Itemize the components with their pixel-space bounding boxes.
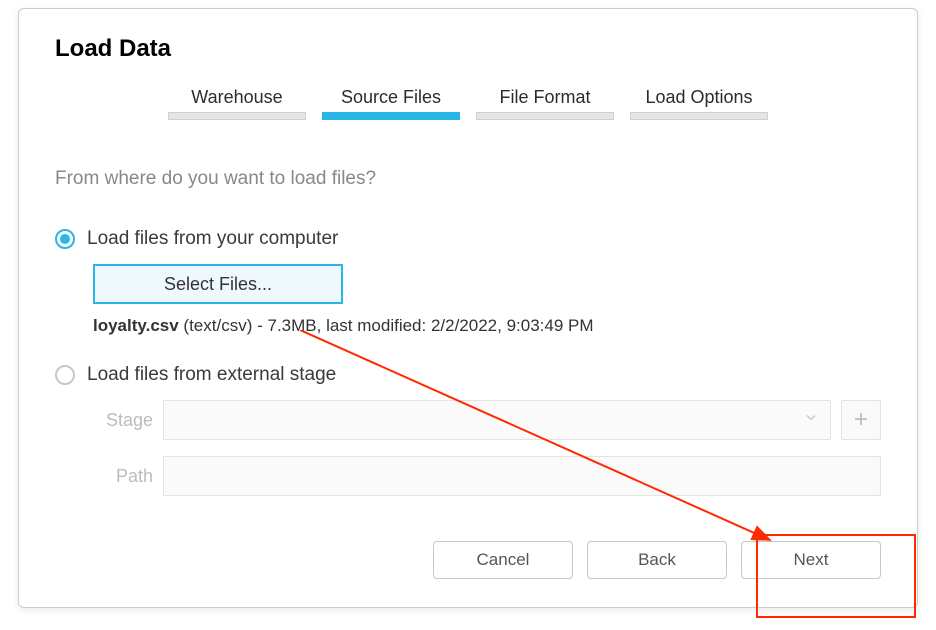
step-bar — [476, 112, 614, 120]
step-bar — [322, 112, 460, 120]
wizard-stepper: Warehouse Source Files File Format Load … — [55, 87, 881, 120]
file-mime: (text/csv) — [183, 316, 252, 335]
radio-computer-label: Load files from your computer — [87, 228, 338, 250]
option-computer: Load files from your computer Select Fil… — [55, 228, 881, 336]
file-modified-prefix: , last modified: — [317, 316, 431, 335]
step-warehouse[interactable]: Warehouse — [168, 87, 306, 120]
select-files-button[interactable]: Select Files... — [93, 264, 343, 304]
file-name: loyalty.csv — [93, 316, 179, 335]
radio-computer[interactable] — [55, 229, 75, 249]
path-input[interactable] — [163, 456, 881, 496]
step-source-files[interactable]: Source Files — [322, 87, 460, 120]
step-label: Load Options — [630, 87, 768, 112]
next-button[interactable]: Next — [741, 541, 881, 579]
add-stage-button[interactable]: + — [841, 400, 881, 440]
dialog-title: Load Data — [55, 35, 881, 63]
file-size: 7.3MB — [267, 316, 316, 335]
step-bar — [630, 112, 768, 120]
step-file-format[interactable]: File Format — [476, 87, 614, 120]
stage-select[interactable] — [163, 400, 831, 440]
dialog-footer: Cancel Back Next — [433, 541, 881, 579]
step-label: File Format — [476, 87, 614, 112]
cancel-button[interactable]: Cancel — [433, 541, 573, 579]
back-button[interactable]: Back — [587, 541, 727, 579]
step-label: Warehouse — [168, 87, 306, 112]
file-modified: 2/2/2022, 9:03:49 PM — [431, 316, 594, 335]
chevron-down-icon — [804, 411, 818, 430]
selected-file-info: loyalty.csv (text/csv) - 7.3MB, last mod… — [93, 316, 881, 336]
stage-label: Stage — [93, 410, 153, 431]
step-bar — [168, 112, 306, 120]
file-sep: - — [252, 316, 267, 335]
load-data-dialog: Load Data Warehouse Source Files File Fo… — [18, 8, 918, 608]
radio-external-label: Load files from external stage — [87, 364, 336, 386]
option-external: Load files from external stage Stage + P… — [55, 364, 881, 496]
prompt-text: From where do you want to load files? — [55, 168, 881, 190]
step-load-options[interactable]: Load Options — [630, 87, 768, 120]
plus-icon: + — [854, 406, 868, 434]
path-label: Path — [93, 466, 153, 487]
radio-external[interactable] — [55, 365, 75, 385]
step-label: Source Files — [322, 87, 460, 112]
